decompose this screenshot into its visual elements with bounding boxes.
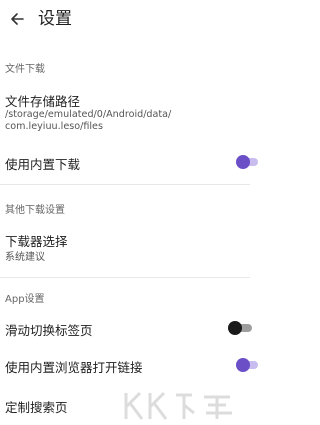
watermark-logo (120, 385, 250, 425)
page-title: 设置 (38, 9, 72, 29)
swipe-tabs-toggle[interactable] (228, 321, 252, 335)
toggle-thumb (228, 321, 242, 335)
downloader-select-value: 系统建议 (5, 252, 45, 263)
divider (0, 184, 250, 185)
storage-path-line2: com.leyiuu.leso/files (5, 121, 103, 132)
divider (0, 277, 250, 278)
storage-path-title: 文件存储路径 (5, 94, 81, 109)
toggle-thumb (236, 155, 250, 169)
storage-path-line1: /storage/emulated/0/Android/data/ (5, 109, 172, 120)
toggle-thumb (236, 358, 250, 372)
builtin-browser-toggle[interactable] (236, 358, 258, 372)
downloader-select-row[interactable]: 下载器选择 系统建议 (0, 226, 250, 266)
builtin-download-row[interactable]: 使用内置下载 (0, 147, 258, 177)
watermark-logo-graphic (124, 391, 232, 420)
builtin-browser-title: 使用内置浏览器打开链接 (5, 360, 143, 375)
builtin-browser-row[interactable]: 使用内置浏览器打开链接 (0, 350, 258, 380)
swipe-tabs-title: 滑动切换标签页 (5, 323, 93, 338)
builtin-download-toggle[interactable] (236, 155, 258, 169)
app-bar: 设置 (0, 0, 250, 40)
section-header-download: 文件下载 (5, 64, 45, 75)
arrow-left-icon (11, 13, 24, 25)
custom-search-title: 定制搜索页 (5, 400, 68, 415)
section-header-app: App设置 (5, 294, 45, 305)
section-header-other-download: 其他下载设置 (5, 205, 65, 216)
back-button[interactable] (4, 6, 30, 32)
storage-path-row[interactable]: 文件存储路径 /storage/emulated/0/Android/data/… (0, 85, 250, 135)
builtin-download-title: 使用内置下载 (5, 157, 81, 172)
swipe-tabs-row[interactable]: 滑动切换标签页 (0, 313, 252, 343)
